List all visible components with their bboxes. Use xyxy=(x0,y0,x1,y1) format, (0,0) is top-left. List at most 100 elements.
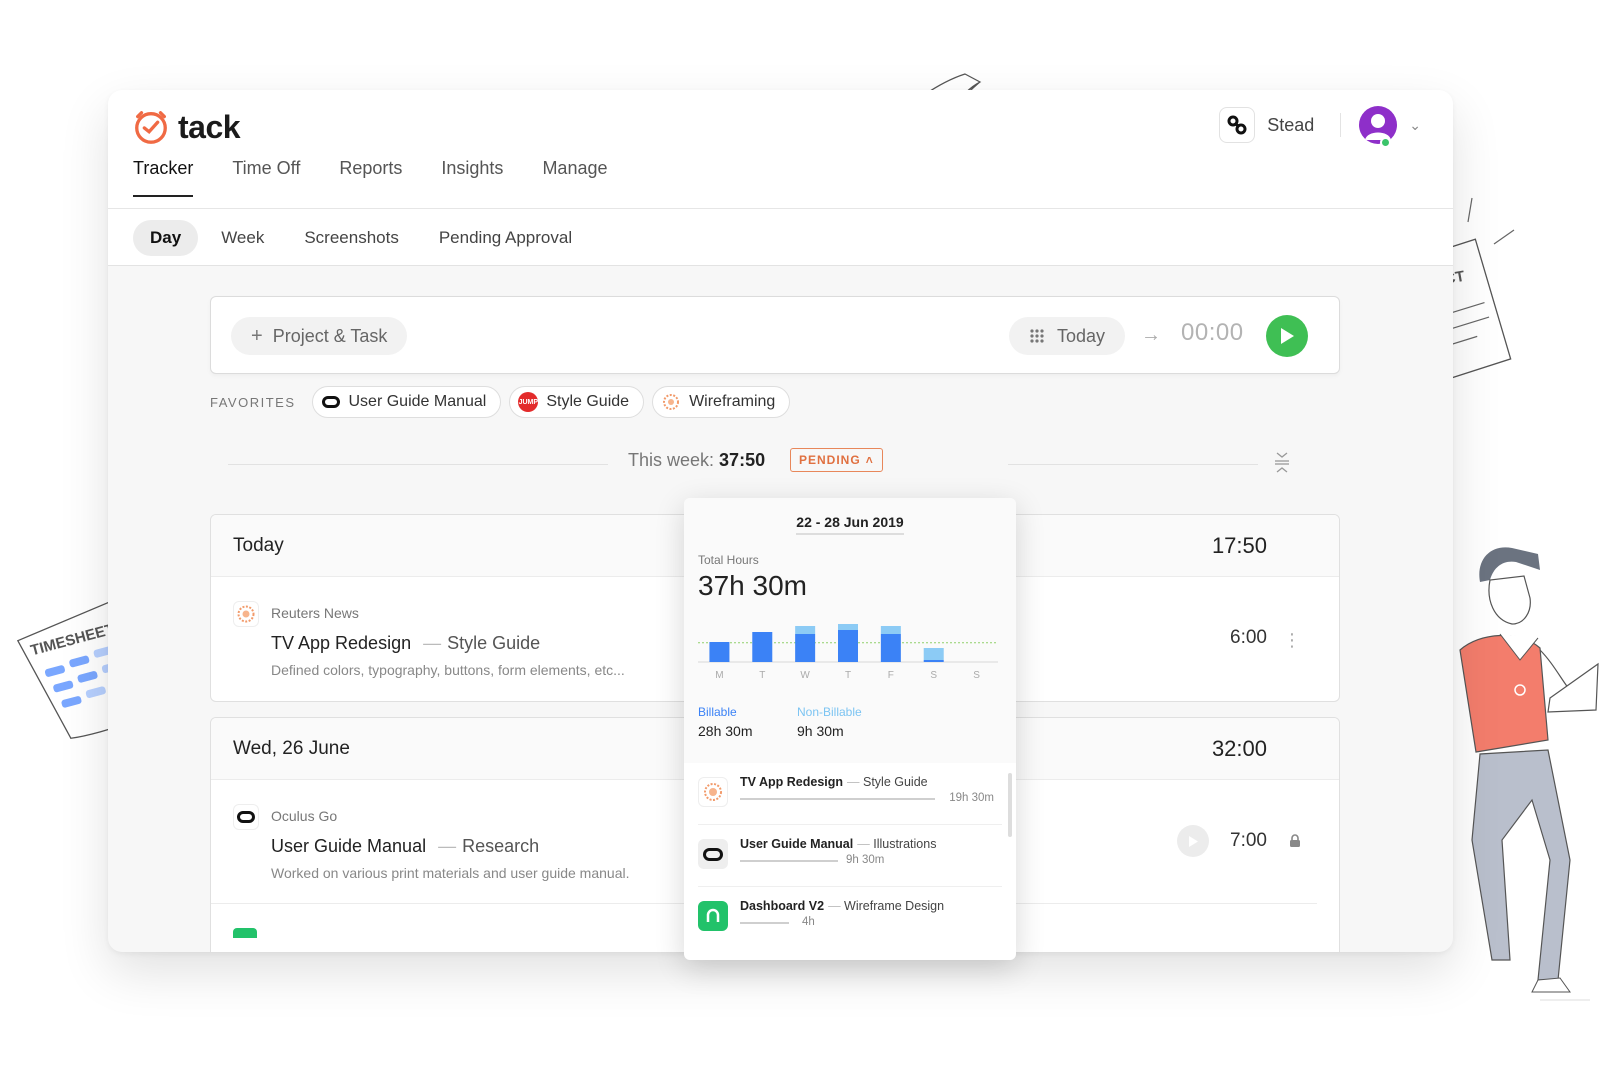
bar-billable xyxy=(838,630,858,662)
task-name: Illustrations xyxy=(873,837,937,851)
plus-icon: + xyxy=(251,324,263,347)
client-name: Oculus Go xyxy=(271,808,338,824)
favorite-label: Wireframing xyxy=(689,393,776,410)
list-item[interactable]: Dashboard V2— Wireframe Design 4h xyxy=(698,887,1002,949)
entry-project-task: TV App Redesign — Style Guide xyxy=(271,633,541,653)
billable-label: Billable xyxy=(698,705,737,719)
timer-display[interactable]: 00:00 xyxy=(1181,319,1244,347)
favorite-user-guide-manual[interactable]: User Guide Manual xyxy=(311,386,502,418)
project-task-button[interactable]: + Project & Task xyxy=(231,317,408,355)
entry-description: Defined colors, typography, buttons, for… xyxy=(271,662,625,678)
x-tick-label: M xyxy=(715,670,723,681)
start-timer-button[interactable] xyxy=(1266,315,1308,357)
project-name: User Guide Manual xyxy=(271,836,427,856)
billable-value: 28h 30m xyxy=(698,723,753,739)
reuters-icon xyxy=(661,392,681,412)
favorites-label: FAVORITES xyxy=(210,394,296,410)
tab-manage[interactable]: Manage xyxy=(542,158,607,197)
weekly-hours-chart: MTWTFSS xyxy=(698,624,998,681)
timer-bar: + Project & Task Today → 00:00 xyxy=(210,296,1340,374)
task-name: Research xyxy=(462,836,540,856)
app-name: tack xyxy=(178,108,241,145)
bar-billable xyxy=(752,632,773,662)
dashboard-app-icon xyxy=(698,901,728,931)
project-name: TV App Redesign xyxy=(271,633,412,653)
nonbillable-value: 9h 30m xyxy=(797,723,844,739)
tab-reports[interactable]: Reports xyxy=(339,158,402,197)
divider xyxy=(1340,113,1342,137)
entry-duration[interactable]: 7:00 xyxy=(1230,830,1267,852)
x-tick-label: S xyxy=(973,670,980,681)
project-name: User Guide Manual xyxy=(740,837,854,851)
date-label: Today xyxy=(1057,325,1106,346)
collapse-icon[interactable] xyxy=(1273,450,1291,476)
project-task: Dashboard V2— Wireframe Design xyxy=(740,899,945,913)
project-name: TV App Redesign xyxy=(740,775,844,789)
org-switcher: Stead ⌄ xyxy=(1219,106,1421,144)
org-name[interactable]: Stead xyxy=(1267,115,1314,136)
app-logo[interactable]: tack xyxy=(132,108,241,146)
list-item[interactable]: User Guide Manual — Illustrations 9h 30m xyxy=(698,825,1002,887)
favorite-style-guide[interactable]: JUMP Style Guide xyxy=(509,386,645,418)
status-label: PENDING xyxy=(799,453,861,467)
list-item[interactable]: TV App Redesign — Style Guide 19h 30m xyxy=(698,763,1002,825)
tab-tracker[interactable]: Tracker xyxy=(133,158,194,197)
online-status-dot xyxy=(1380,137,1391,148)
week-summary-popover: 22 - 28 Jun 2019 Total Hours 37h 30m M T W… xyxy=(684,498,1016,960)
pending-status-badge[interactable]: PENDING ˄ xyxy=(790,448,883,472)
total-hours-value: 37h 30m xyxy=(698,570,807,601)
entry-description: Worked on various print materials and us… xyxy=(271,865,630,881)
tab-insights[interactable]: Insights xyxy=(441,158,503,197)
bar-billable xyxy=(795,634,816,662)
org-logo-icon[interactable] xyxy=(1219,107,1256,143)
date-picker-button[interactable]: Today xyxy=(1009,317,1126,355)
top-navigation: tack Tracker Time Off Reports Insights M… xyxy=(108,90,1453,209)
project-task-label: Project & Task xyxy=(272,325,388,346)
oculus-icon xyxy=(321,392,341,412)
oculus-icon xyxy=(233,804,259,830)
resume-entry-button[interactable] xyxy=(1177,825,1209,857)
more-vertical-icon[interactable]: ⋮ xyxy=(1283,630,1301,651)
main-tabs: Tracker Time Off Reports Insights Manage xyxy=(133,158,647,197)
hours-bar xyxy=(740,798,935,800)
hours-bar xyxy=(740,922,789,924)
client-name: Reuters News xyxy=(271,605,359,621)
hours-bar xyxy=(740,860,838,862)
day-title: Today xyxy=(233,535,284,556)
favorite-wireframing[interactable]: Wireframing xyxy=(652,386,791,418)
bar-nonbillable xyxy=(880,626,901,634)
hours-value: 4h xyxy=(802,916,815,928)
subtab-pending-approval[interactable]: Pending Approval xyxy=(422,220,589,256)
bar-billable xyxy=(880,634,901,662)
favorite-label: Style Guide xyxy=(546,393,630,410)
reuters-icon xyxy=(698,777,728,807)
hours-value: 9h 30m xyxy=(846,854,885,866)
jump-logo-icon: JUMP xyxy=(518,392,539,412)
favorites-bar: FAVORITES User Guide Manual JUMP Style G… xyxy=(210,386,791,418)
day-total: 32:00 xyxy=(1211,736,1267,761)
chevron-down-icon[interactable]: ⌄ xyxy=(1409,117,1421,134)
play-icon xyxy=(1281,328,1294,344)
entry-duration[interactable]: 6:00 xyxy=(1230,627,1267,649)
total-hours-label: Total Hours xyxy=(698,553,759,567)
project-task: TV App Redesign — Style Guide xyxy=(740,775,928,789)
bar-nonbillable xyxy=(923,648,944,660)
subtab-day[interactable]: Day xyxy=(133,220,199,256)
scrollbar[interactable] xyxy=(1008,773,1012,837)
tab-time-off[interactable]: Time Off xyxy=(232,158,300,197)
task-name: Style Guide xyxy=(447,633,541,653)
x-tick-label: W xyxy=(800,670,810,681)
play-icon xyxy=(1189,835,1198,847)
bar-nonbillable xyxy=(795,626,816,634)
nonbillable-label: Non-Billable xyxy=(797,705,862,719)
date-range[interactable]: 22 - 28 Jun 2019 xyxy=(684,514,1016,535)
arrow-right-icon: → xyxy=(1141,324,1161,346)
week-total: 37:50 xyxy=(719,450,766,470)
x-tick-label: T xyxy=(845,670,851,681)
entry-project-task: User Guide Manual — Research xyxy=(271,836,540,856)
subtab-week[interactable]: Week xyxy=(204,220,281,256)
subtab-screenshots[interactable]: Screenshots xyxy=(287,220,416,256)
user-avatar[interactable] xyxy=(1359,106,1398,144)
day-title: Wed, 26 June xyxy=(233,738,350,759)
grid-dots-icon xyxy=(1030,329,1044,343)
